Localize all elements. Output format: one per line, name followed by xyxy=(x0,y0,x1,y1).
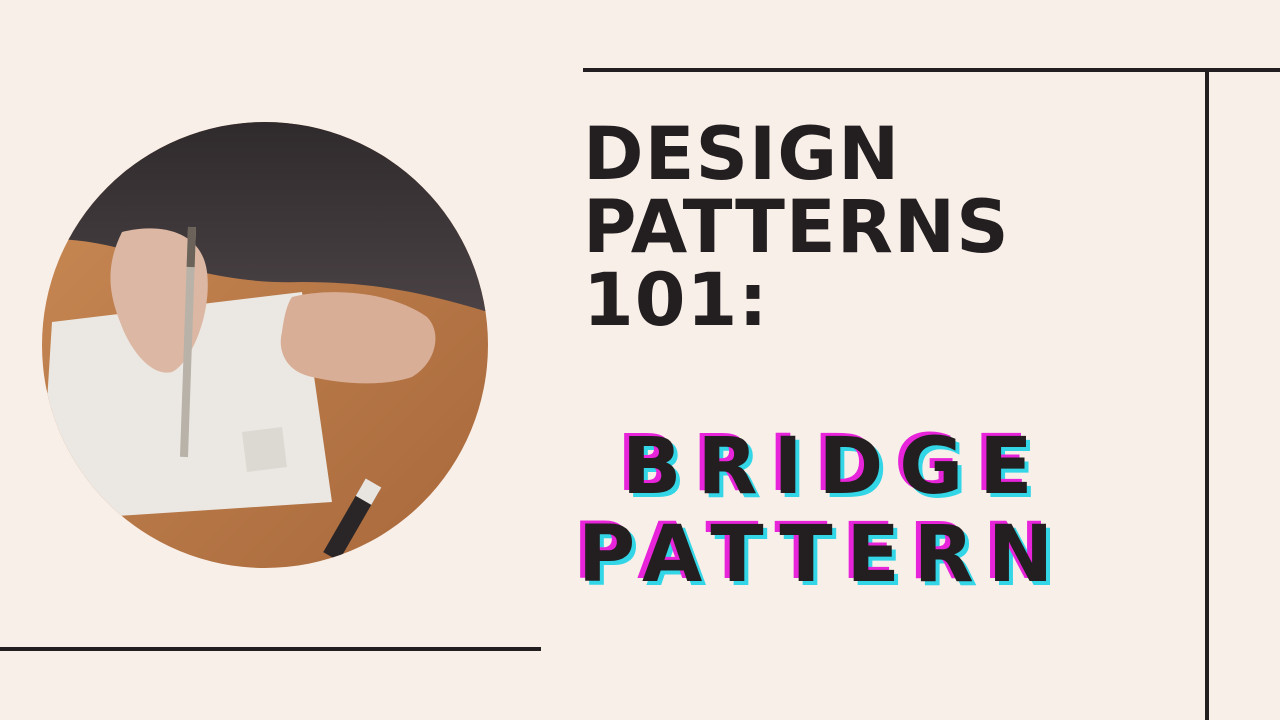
subtitle-line-1: BRIDGE xyxy=(622,422,1049,512)
right-divider-line xyxy=(1205,70,1209,720)
title-line-3: 101: xyxy=(583,258,769,343)
main-title: DESIGN PATTERNS 101: xyxy=(583,118,1010,337)
subtitle-line-2: PATTERN xyxy=(578,510,1068,600)
top-divider-line xyxy=(583,68,1280,72)
bottom-divider-line xyxy=(0,647,541,651)
thumbnail-canvas: DESIGN PATTERNS 101: BRIDGE PATTERN xyxy=(0,0,1280,720)
hand-drawing-photo xyxy=(42,122,488,568)
title-line-1: DESIGN xyxy=(583,112,901,197)
title-line-2: PATTERNS xyxy=(583,185,1010,270)
